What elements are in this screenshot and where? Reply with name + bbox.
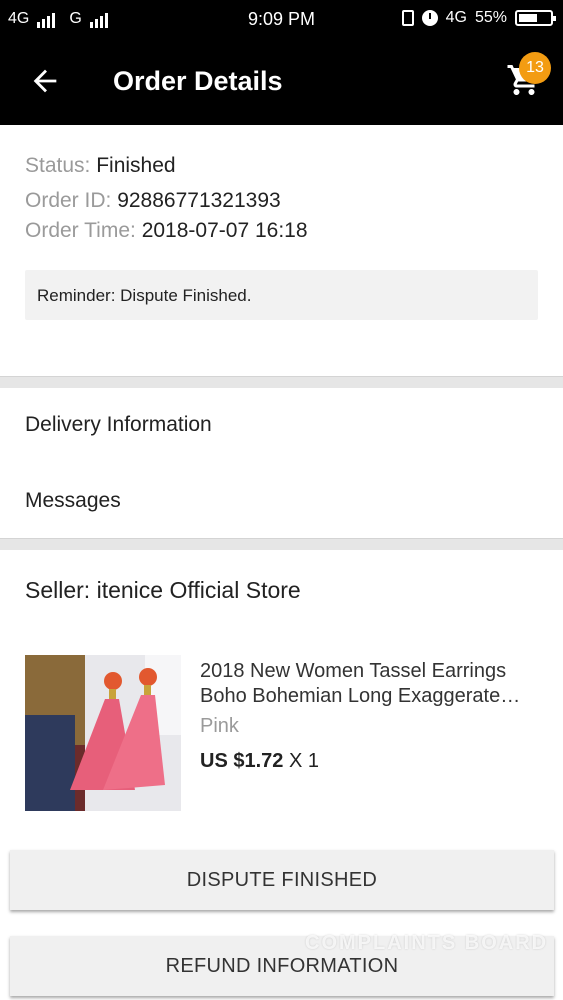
status-value: Finished <box>96 154 176 177</box>
order-status: Status: Finished <box>25 154 176 178</box>
section-divider <box>0 376 563 388</box>
messages-label: Messages <box>25 489 121 512</box>
seller-name[interactable]: Seller: itenice Official Store <box>25 577 301 604</box>
earring-image <box>25 655 181 811</box>
product-title[interactable]: 2018 New Women Tassel Earrings Boho Bohe… <box>200 659 545 709</box>
messages-row[interactable]: Messages <box>0 464 563 538</box>
product-variant: Pink <box>200 715 239 737</box>
reminder-banner: Reminder: Dispute Finished. <box>25 270 538 320</box>
battery-icon <box>515 10 556 26</box>
network-type-3: 4G <box>445 9 467 26</box>
back-arrow-icon[interactable] <box>28 64 62 98</box>
status-label: Status: <box>25 154 97 177</box>
product-price-row: US $1.72 X 1 <box>200 750 319 773</box>
delivery-information-label: Delivery Information <box>25 413 212 436</box>
product-title-line-1: 2018 New Women Tassel Earrings <box>200 660 507 682</box>
status-bar: 4G G 9:09 PM 4G 55% <box>0 0 563 40</box>
product-price: US $1.72 <box>200 750 284 772</box>
vibrate-icon <box>401 10 414 26</box>
alarm-icon <box>421 10 438 26</box>
battery-percent: 55% <box>474 9 507 26</box>
order-time: Order Time: 2018-07-07 16:18 <box>25 219 308 243</box>
system-indicators: 4G 55% <box>401 9 556 27</box>
order-id-value: 92886771321393 <box>117 189 281 212</box>
dispute-finished-button[interactable]: DISPUTE FINISHED <box>10 850 554 910</box>
product-quantity: X 1 <box>288 750 319 772</box>
order-time-value: 2018-07-07 16:18 <box>141 219 308 242</box>
watermark: COMPLAINTS BOARD <box>305 932 549 954</box>
order-id-label: Order ID: <box>25 189 118 212</box>
cart-count-badge: 13 <box>519 52 551 84</box>
order-id: Order ID: 92886771321393 <box>25 189 281 213</box>
order-time-label: Order Time: <box>25 219 142 242</box>
order-summary: Status: Finished Order ID: 9288677132139… <box>0 125 563 376</box>
delivery-information-row[interactable]: Delivery Information <box>0 388 563 462</box>
page-title: Order Details <box>113 66 283 96</box>
section-divider <box>0 538 563 550</box>
app-bar: Order Details 13 <box>0 40 563 125</box>
product-title-line-2: Boho Bohemian Long Exaggerate… <box>200 685 521 707</box>
product-image[interactable] <box>25 655 181 811</box>
